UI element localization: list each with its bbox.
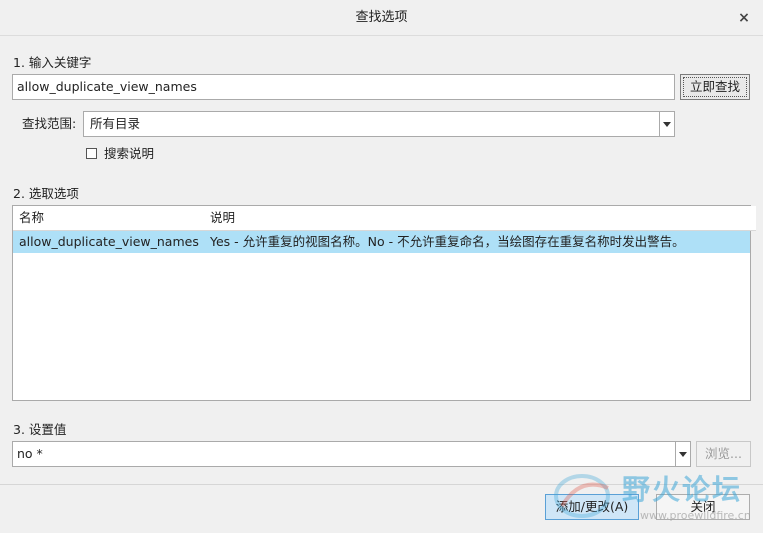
search-now-label: 立即查找: [683, 77, 747, 97]
window-title: 查找选项: [355, 10, 408, 25]
browse-button[interactable]: 浏览...: [696, 441, 751, 467]
scope-dropdown[interactable]: 所有目录: [83, 111, 675, 137]
watermark-url: www.proewildfire.cn: [640, 509, 751, 522]
search-description-label: 搜索说明: [104, 146, 155, 161]
chevron-down-icon[interactable]: [659, 112, 674, 136]
step1-label: 1. 输入关键字: [13, 55, 92, 70]
watermark-logo-icon: [554, 474, 610, 518]
value-combobox[interactable]: no *: [12, 441, 691, 467]
scope-label: 查找范围:: [22, 116, 77, 131]
chevron-down-icon[interactable]: [675, 442, 690, 466]
search-description-checkbox[interactable]: [86, 148, 97, 159]
options-table[interactable]: 名称 说明 allow_duplicate_view_names Yes - 允…: [12, 205, 756, 401]
search-now-button[interactable]: 立即查找: [680, 74, 750, 100]
table-row[interactable]: allow_duplicate_view_names Yes - 允许重复的视图…: [13, 231, 750, 253]
close-icon[interactable]: ×: [735, 9, 753, 27]
column-header-name[interactable]: 名称: [13, 206, 211, 231]
keyword-input[interactable]: allow_duplicate_view_names: [12, 74, 675, 100]
column-header-description[interactable]: 说明: [204, 206, 756, 231]
watermark-text: 野火论坛: [622, 473, 743, 506]
option-description-cell: Yes - 允许重复的视图名称。No - 不允许重复命名，当绘图存在重复名称时发…: [210, 234, 685, 249]
keyword-value: allow_duplicate_view_names: [17, 79, 197, 94]
option-name-cell: allow_duplicate_view_names: [19, 234, 199, 249]
step3-label: 3. 设置值: [13, 422, 67, 437]
title-bar: 查找选项: [0, 0, 763, 36]
value-text: no *: [17, 446, 43, 461]
step2-label: 2. 选取选项: [13, 186, 79, 201]
scope-value: 所有目录: [90, 116, 141, 131]
